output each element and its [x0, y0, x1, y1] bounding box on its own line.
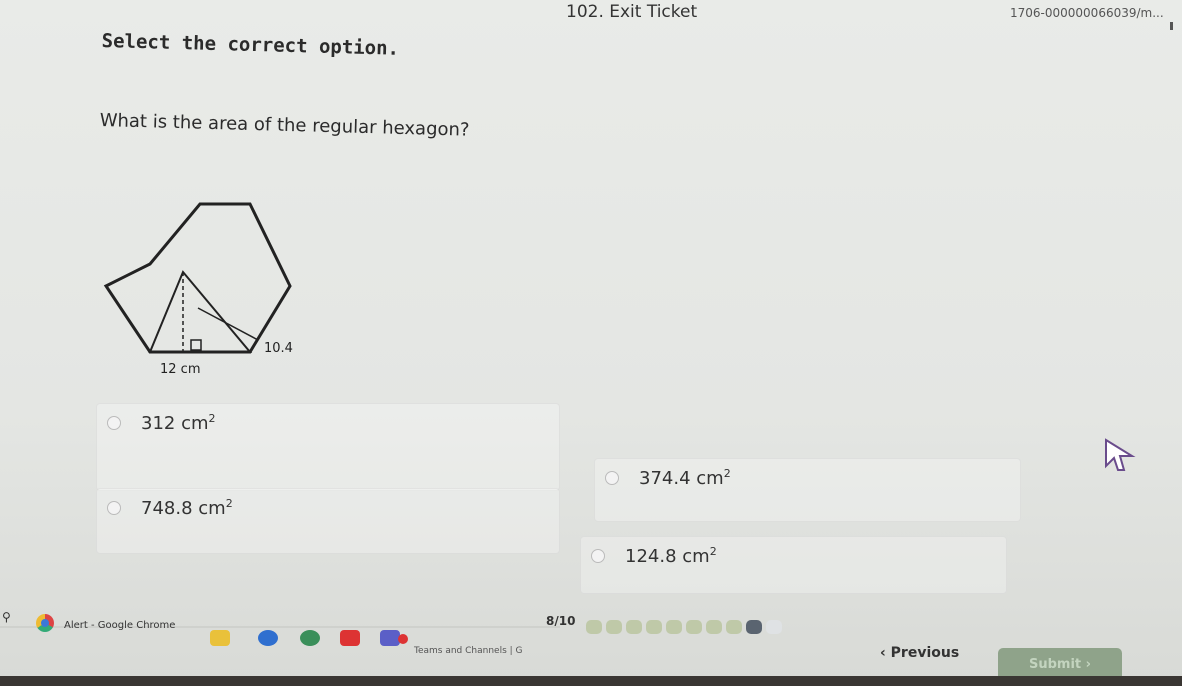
- youtube-icon[interactable]: [340, 630, 360, 646]
- progress-dot: [626, 620, 642, 634]
- chrome-icon[interactable]: [36, 614, 54, 632]
- option-d[interactable]: 124.8 cm2: [580, 536, 1007, 594]
- radio-a[interactable]: [107, 416, 121, 430]
- page-title: 102. Exit Ticket: [566, 2, 698, 22]
- url-fragment: 1706-000000066039/m...: [1010, 6, 1164, 20]
- progress-indicator: [586, 620, 782, 634]
- option-c-answer: 748.8 cm2: [141, 497, 233, 519]
- chrome-app-icon[interactable]: [300, 630, 320, 646]
- progress-dot: [706, 620, 722, 634]
- app-icon[interactable]: [258, 630, 278, 646]
- radio-d[interactable]: [591, 549, 605, 563]
- side-label: 12 cm: [160, 362, 201, 377]
- instruction-text: Select the correct option.: [101, 30, 400, 60]
- previous-button[interactable]: ‹ Previous: [880, 645, 959, 661]
- folder-icon[interactable]: [210, 630, 230, 646]
- mouse-cursor-icon: [1105, 438, 1136, 471]
- progress-dot: [586, 620, 602, 634]
- option-c[interactable]: 748.8 cm2: [96, 488, 560, 554]
- option-b[interactable]: 374.4 cm2: [594, 458, 1021, 522]
- progress-dot: [746, 620, 762, 634]
- teams-icon[interactable]: [380, 630, 400, 646]
- screen-bezel: [0, 676, 1182, 686]
- notification-badge: [398, 634, 408, 644]
- taskbar-teams[interactable]: Teams and Channels | G: [414, 646, 523, 656]
- progress-dot: [666, 620, 682, 634]
- radio-b[interactable]: [605, 471, 619, 485]
- search-icon[interactable]: ⚲: [2, 610, 11, 624]
- option-a[interactable]: 312 cm2: [96, 403, 560, 491]
- progress-dot: [766, 620, 782, 634]
- taskbar-alert[interactable]: Alert - Google Chrome: [64, 620, 175, 631]
- right-angle-mark: [190, 339, 202, 351]
- apothem-pointer: [197, 307, 259, 341]
- progress-dot: [686, 620, 702, 634]
- radio-c[interactable]: [107, 501, 121, 515]
- hexagon-shape: [103, 202, 292, 354]
- option-d-answer: 124.8 cm2: [625, 545, 717, 567]
- pin-icon: [1170, 22, 1173, 30]
- question-prompt: What is the area of the regular hexagon?: [99, 110, 470, 141]
- hexagon-figure: 10.4 12 cm: [103, 202, 293, 377]
- progress-dot: [646, 620, 662, 634]
- progress-dot: [726, 620, 742, 634]
- apothem-label: 10.4: [264, 341, 293, 356]
- option-b-answer: 374.4 cm2: [639, 467, 731, 489]
- progress-dot: [606, 620, 622, 634]
- option-a-answer: 312 cm2: [141, 412, 216, 434]
